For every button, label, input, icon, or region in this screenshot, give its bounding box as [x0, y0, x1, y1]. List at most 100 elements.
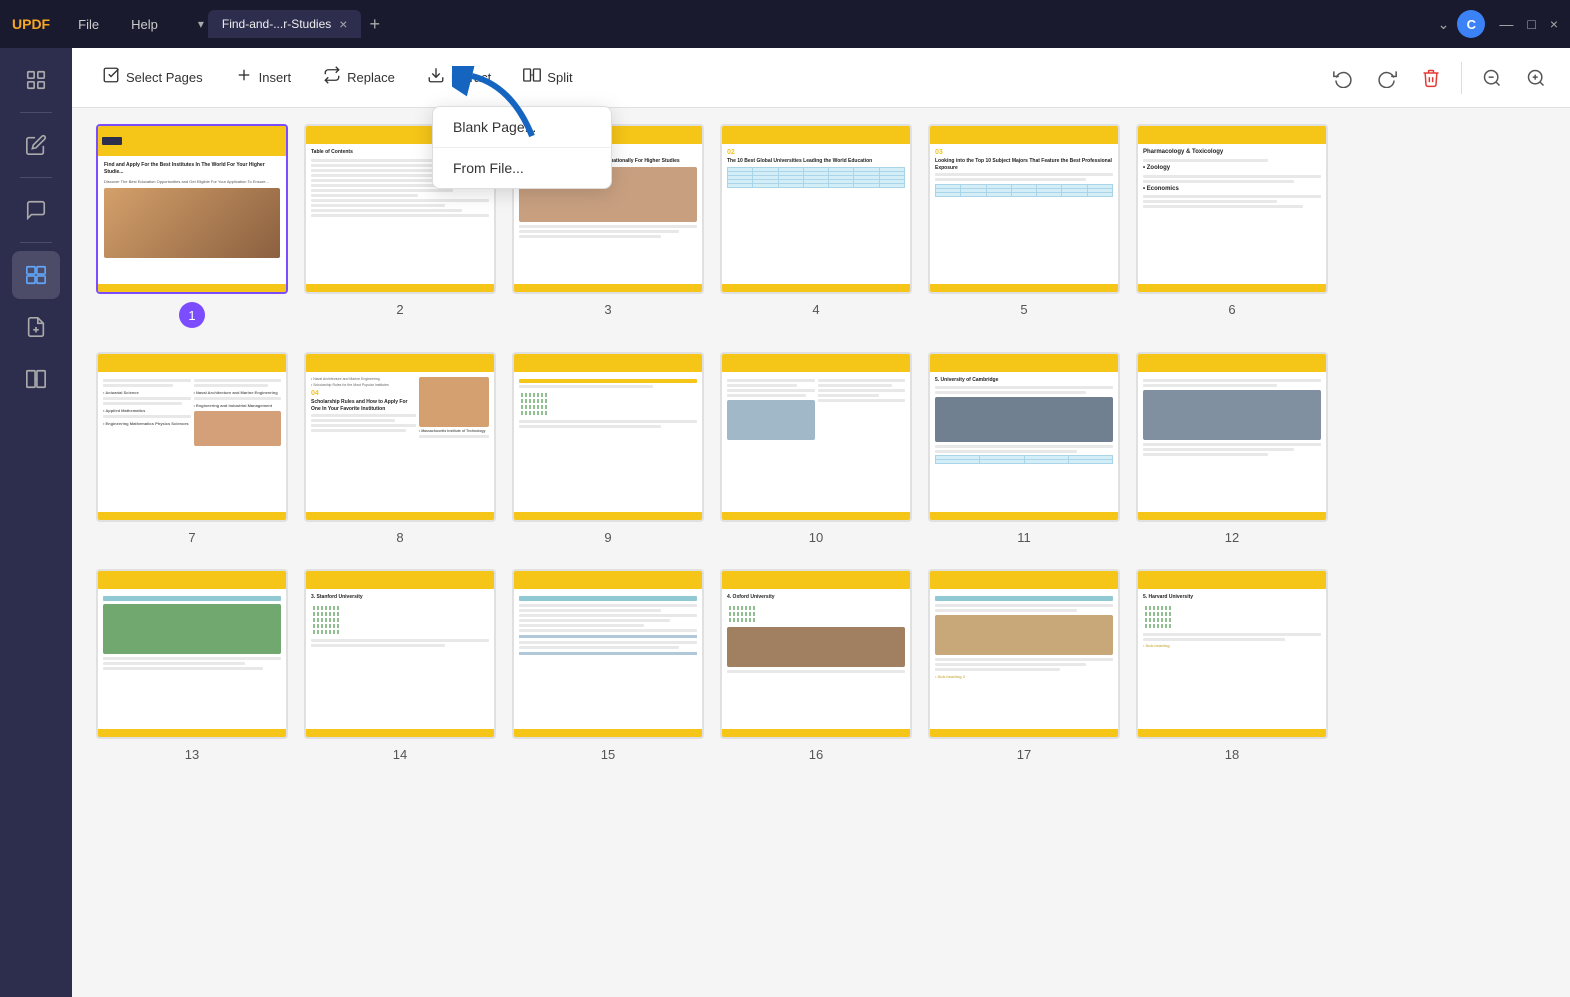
- extract-btn[interactable]: Extract: [413, 58, 505, 97]
- page-item-13[interactable]: 13: [96, 569, 288, 762]
- page-item-6[interactable]: Pharmacology & Toxicology • Zoology • Ec…: [1136, 124, 1328, 328]
- close-btn[interactable]: ×: [1550, 16, 1558, 32]
- from-file-option[interactable]: From File...: [433, 148, 611, 188]
- active-tab[interactable]: Find-and-...r-Studies ×: [208, 10, 362, 38]
- toolbar-right: [1325, 60, 1554, 96]
- page-item-14[interactable]: 3. Stanford University: [304, 569, 496, 762]
- sidebar-item-organize[interactable]: [12, 251, 60, 299]
- page-thumb-7: • Actuarial Science • Applied Mathematic…: [96, 352, 288, 522]
- page-thumb-12: [1136, 352, 1328, 522]
- delete-btn[interactable]: [1413, 60, 1449, 96]
- page-item-4[interactable]: 02 The 10 Best Global Universities Leadi…: [720, 124, 912, 328]
- select-pages-label: Select Pages: [126, 70, 203, 85]
- page-item-15[interactable]: 15: [512, 569, 704, 762]
- titlebar: UPDF File Help ▾ Find-and-...r-Studies ×…: [0, 0, 1570, 48]
- content-area: Select Pages Insert Replace: [72, 48, 1570, 997]
- zoom-in-btn[interactable]: [1518, 60, 1554, 96]
- page-item-17[interactable]: • Sub-heading 2 17: [928, 569, 1120, 762]
- page-thumb-13: [96, 569, 288, 739]
- page-thumb-17: • Sub-heading 2: [928, 569, 1120, 739]
- page-num-7: 7: [188, 530, 195, 545]
- page-num-12: 12: [1225, 530, 1239, 545]
- rotate-right-btn[interactable]: [1369, 60, 1405, 96]
- page-thumb-9: [512, 352, 704, 522]
- insert-label: Insert: [259, 70, 292, 85]
- page-thumb-10: [720, 352, 912, 522]
- page-item-5[interactable]: 03 Looking into the Top 10 Subject Major…: [928, 124, 1120, 328]
- page-thumb-16: 4. Oxford University: [720, 569, 912, 739]
- select-pages-btn[interactable]: Select Pages: [88, 58, 217, 97]
- page-thumb-18: 5. Harvard University • Sub-heading: [1136, 569, 1328, 739]
- menu-file[interactable]: File: [66, 13, 111, 36]
- page-num-16: 16: [809, 747, 823, 762]
- toolbar: Select Pages Insert Replace: [72, 48, 1570, 108]
- menu-help[interactable]: Help: [119, 13, 170, 36]
- page-thumb-15: [512, 569, 704, 739]
- extract-label: Extract: [451, 70, 491, 85]
- sidebar-item-compare[interactable]: [12, 355, 60, 403]
- maximize-btn[interactable]: □: [1527, 16, 1535, 32]
- pages-grid: Find and Apply For the Best Institutes I…: [72, 108, 1570, 997]
- page-item-16[interactable]: 4. Oxford University 16: [720, 569, 912, 762]
- pages-row-1: Find and Apply For the Best Institutes I…: [96, 124, 1546, 328]
- page-item-10[interactable]: 10: [720, 352, 912, 545]
- new-tab-btn[interactable]: +: [369, 14, 380, 35]
- pages-row-2: • Actuarial Science • Applied Mathematic…: [96, 352, 1546, 545]
- sidebar-item-edit[interactable]: [12, 121, 60, 169]
- page-num-17: 17: [1017, 747, 1031, 762]
- page-thumb-6: Pharmacology & Toxicology • Zoology • Ec…: [1136, 124, 1328, 294]
- page-num-4: 4: [812, 302, 819, 317]
- extract-icon: [427, 66, 445, 89]
- page-item-11[interactable]: 5. University of Cambridge 11: [928, 352, 1120, 545]
- pages-row-3: 13 3. Stanford University: [96, 569, 1546, 762]
- page-num-15: 15: [601, 747, 615, 762]
- select-pages-icon: [102, 66, 120, 89]
- split-label: Split: [547, 70, 572, 85]
- page-num-10: 10: [809, 530, 823, 545]
- page-num-9: 9: [604, 530, 611, 545]
- page-num-18: 18: [1225, 747, 1239, 762]
- tab-title: Find-and-...r-Studies: [222, 17, 331, 31]
- user-avatar[interactable]: C: [1457, 10, 1485, 38]
- insert-btn[interactable]: Insert: [221, 58, 306, 97]
- title-chevron-icon[interactable]: ⌄: [1438, 16, 1450, 33]
- page-thumb-14: 3. Stanford University: [304, 569, 496, 739]
- sidebar-item-thumbnail[interactable]: [12, 56, 60, 104]
- replace-btn[interactable]: Replace: [309, 58, 409, 97]
- page-item-8[interactable]: • Naval Architecture and Marine Engineer…: [304, 352, 496, 545]
- page-item-7[interactable]: • Actuarial Science • Applied Mathematic…: [96, 352, 288, 545]
- page-num-11: 11: [1017, 530, 1031, 545]
- replace-label: Replace: [347, 70, 395, 85]
- insert-icon: [235, 66, 253, 89]
- tab-close-btn[interactable]: ×: [339, 16, 347, 32]
- page-thumb-4: 02 The 10 Best Global Universities Leadi…: [720, 124, 912, 294]
- main-container: Select Pages Insert Replace: [0, 48, 1570, 997]
- page-num-5: 5: [1020, 302, 1027, 317]
- page-num-14: 14: [393, 747, 407, 762]
- page-num-2: 2: [396, 302, 403, 317]
- page-num-13: 13: [185, 747, 199, 762]
- zoom-out-btn[interactable]: [1474, 60, 1510, 96]
- toolbar-separator: [1461, 62, 1462, 94]
- insert-dropdown: Blank Page... From File...: [432, 106, 612, 189]
- page-thumb-11: 5. University of Cambridge: [928, 352, 1120, 522]
- page-thumb-5: 03 Looking into the Top 10 Subject Major…: [928, 124, 1120, 294]
- replace-icon: [323, 66, 341, 89]
- tab-dropdown-icon[interactable]: ▾: [198, 17, 204, 31]
- rotate-left-btn[interactable]: [1325, 60, 1361, 96]
- page-thumb-1: Find and Apply For the Best Institutes I…: [96, 124, 288, 294]
- page-item-18[interactable]: 5. Harvard University • Sub-heading: [1136, 569, 1328, 762]
- page-item-9[interactable]: 9: [512, 352, 704, 545]
- split-btn[interactable]: Split: [509, 58, 586, 97]
- page-num-badge-1: 1: [179, 302, 205, 328]
- sidebar-item-extract[interactable]: [12, 303, 60, 351]
- page-item-12[interactable]: 12: [1136, 352, 1328, 545]
- app-logo: UPDF: [12, 16, 50, 32]
- page-num-6: 6: [1228, 302, 1235, 317]
- sidebar-item-comment[interactable]: [12, 186, 60, 234]
- blank-page-option[interactable]: Blank Page...: [433, 107, 611, 147]
- split-icon: [523, 66, 541, 89]
- page-item-1[interactable]: Find and Apply For the Best Institutes I…: [96, 124, 288, 328]
- minimize-btn[interactable]: —: [1499, 16, 1513, 32]
- page-num-3: 3: [604, 302, 611, 317]
